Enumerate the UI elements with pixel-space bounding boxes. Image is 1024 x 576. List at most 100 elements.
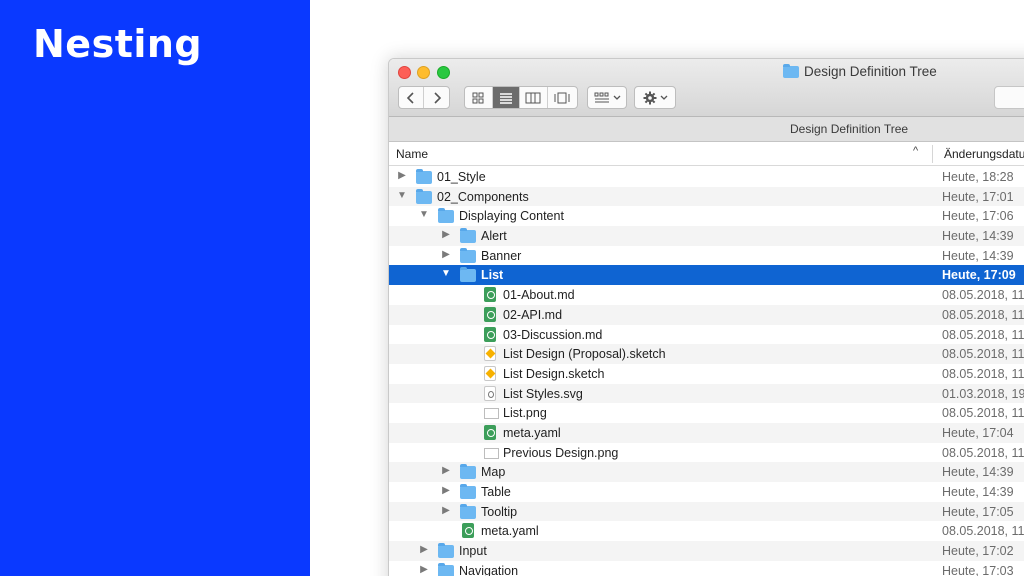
column-view-button[interactable] [520, 87, 548, 108]
item-modified-date: 08.05.2018, 11 [942, 288, 1024, 303]
file-row[interactable]: meta.yaml Heute, 17:04 [389, 422, 1024, 443]
path-bar: Design Definition Tree [389, 117, 1024, 142]
item-name: 01_Style [437, 170, 486, 184]
item-name: List Design (Proposal).sketch [503, 347, 666, 362]
minimize-window-button[interactable] [417, 66, 430, 79]
disclosure-collapsed-icon[interactable]: ▶ [441, 249, 451, 260]
item-modified-date: 08.05.2018, 11 [942, 406, 1024, 421]
column-header: Name ^ Änderungsdatu [389, 142, 1024, 166]
file-row[interactable]: List Design.sketch 08.05.2018, 11 [389, 364, 1024, 384]
item-name: List Design.sketch [503, 366, 605, 381]
folder-row[interactable]: ▶ Alert Heute, 14:39 [389, 226, 1024, 246]
file-row[interactable]: 02-API.md 08.05.2018, 11 [389, 304, 1024, 325]
item-modified-date: Heute, 17:03 [942, 563, 1014, 576]
item-name: 02_Components [437, 189, 529, 204]
folder-icon [438, 208, 454, 224]
folder-icon [460, 503, 476, 519]
sketch-file-icon [484, 365, 496, 381]
folder-row[interactable]: ▼ List Heute, 17:09 [389, 265, 1024, 286]
item-modified-date: Heute, 14:39 [942, 229, 1014, 244]
document-icon [484, 287, 496, 303]
folder-row[interactable]: ▼ Displaying Content Heute, 17:06 [389, 206, 1024, 226]
folder-icon [438, 562, 454, 576]
zoom-window-button[interactable] [437, 66, 450, 79]
item-name: Navigation [459, 563, 519, 576]
gear-icon [643, 91, 656, 104]
chevron-left-icon [406, 91, 414, 104]
folder-icon [460, 267, 476, 283]
disclosure-expanded-icon[interactable]: ▼ [441, 268, 451, 279]
file-row[interactable]: 03-Discussion.md 08.05.2018, 11 [389, 325, 1024, 345]
item-name: List.png [503, 406, 547, 421]
folder-row[interactable]: ▶ 01_Style Heute, 18:28 [389, 167, 1024, 187]
disclosure-collapsed-icon[interactable]: ▶ [419, 544, 429, 555]
disclosure-collapsed-icon[interactable]: ▶ [441, 229, 451, 240]
disclosure-expanded-icon[interactable]: ▼ [419, 209, 429, 220]
folder-row[interactable]: ▶ Tooltip Heute, 17:05 [389, 501, 1024, 522]
finder-window: Design Definition Tree Design Definition… [388, 58, 1024, 576]
folder-row[interactable]: ▶ Table Heute, 14:39 [389, 482, 1024, 502]
image-file-icon [484, 408, 499, 420]
disclosure-collapsed-icon[interactable]: ▶ [441, 485, 451, 496]
item-modified-date: Heute, 17:05 [942, 504, 1014, 519]
item-modified-date: 08.05.2018, 11 [942, 445, 1024, 460]
item-modified-date: 08.05.2018, 11 [942, 327, 1024, 342]
file-row[interactable]: 01-About.md 08.05.2018, 11 [389, 285, 1024, 305]
disclosure-collapsed-icon[interactable]: ▶ [419, 564, 429, 575]
forward-button[interactable] [424, 87, 449, 108]
chevron-down-icon [613, 95, 620, 100]
item-modified-date: Heute, 17:06 [942, 209, 1014, 224]
document-icon [484, 306, 496, 322]
document-icon [484, 424, 496, 440]
folder-row[interactable]: ▼ 02_Components Heute, 17:01 [389, 186, 1024, 207]
item-name: Map [481, 465, 506, 480]
column-name-header[interactable]: Name [396, 147, 428, 161]
icon-view-button[interactable] [465, 87, 493, 108]
item-modified-date: Heute, 14:39 [942, 485, 1014, 499]
document-icon [462, 523, 474, 539]
item-name: Table [481, 485, 511, 499]
folder-row[interactable]: ▶ Banner Heute, 14:39 [389, 246, 1024, 266]
item-name: 03-Discussion.md [503, 327, 603, 342]
folder-icon [783, 63, 799, 78]
item-name: Input [459, 544, 487, 559]
file-row[interactable]: meta.yaml 08.05.2018, 11 [389, 521, 1024, 541]
gallery-view-button[interactable] [548, 87, 577, 108]
folder-row[interactable]: ▶ Input Heute, 17:02 [389, 541, 1024, 561]
folder-row[interactable]: ▶ Map Heute, 14:39 [389, 462, 1024, 482]
icon-view-icon [472, 92, 484, 103]
svg-file-icon [484, 385, 496, 401]
file-row[interactable]: List Styles.svg 01.03.2018, 19 [389, 383, 1024, 404]
disclosure-collapsed-icon[interactable]: ▶ [397, 170, 407, 181]
disclosure-collapsed-icon[interactable]: ▶ [441, 465, 451, 476]
disclosure-expanded-icon[interactable]: ▼ [397, 190, 407, 201]
column-divider[interactable] [932, 145, 933, 163]
file-row[interactable]: Previous Design.png 08.05.2018, 11 [389, 443, 1024, 463]
item-name: List Styles.svg [503, 386, 583, 401]
item-modified-date: Heute, 14:39 [942, 465, 1014, 480]
file-row[interactable]: List.png 08.05.2018, 11 [389, 403, 1024, 423]
folder-icon [416, 169, 432, 184]
sort-ascending-icon[interactable]: ^ [913, 145, 918, 157]
item-modified-date: Heute, 17:01 [942, 189, 1014, 204]
file-row[interactable]: List Design (Proposal).sketch 08.05.2018,… [389, 344, 1024, 364]
search-field[interactable] [994, 86, 1024, 109]
item-name: List [481, 268, 504, 283]
close-window-button[interactable] [398, 66, 411, 79]
folder-row[interactable]: ▶ Navigation Heute, 17:03 [389, 561, 1024, 576]
chevron-down-icon [660, 95, 667, 100]
item-modified-date: Heute, 17:02 [942, 544, 1014, 559]
folder-icon [416, 188, 432, 204]
back-button[interactable] [399, 87, 425, 108]
slide-title: Nesting [33, 22, 203, 66]
disclosure-collapsed-icon[interactable]: ▶ [441, 505, 451, 516]
arrange-icon [594, 92, 609, 102]
column-date-header[interactable]: Änderungsdatu [944, 147, 1024, 161]
arrange-button[interactable] [588, 87, 626, 108]
arrange-dropdown[interactable] [587, 86, 627, 109]
action-dropdown[interactable] [634, 86, 676, 109]
action-button[interactable] [635, 87, 675, 108]
folder-icon [460, 464, 476, 480]
slide: Nesting Design Definition Tree Design De… [0, 0, 1024, 576]
list-view-button[interactable] [492, 87, 521, 108]
